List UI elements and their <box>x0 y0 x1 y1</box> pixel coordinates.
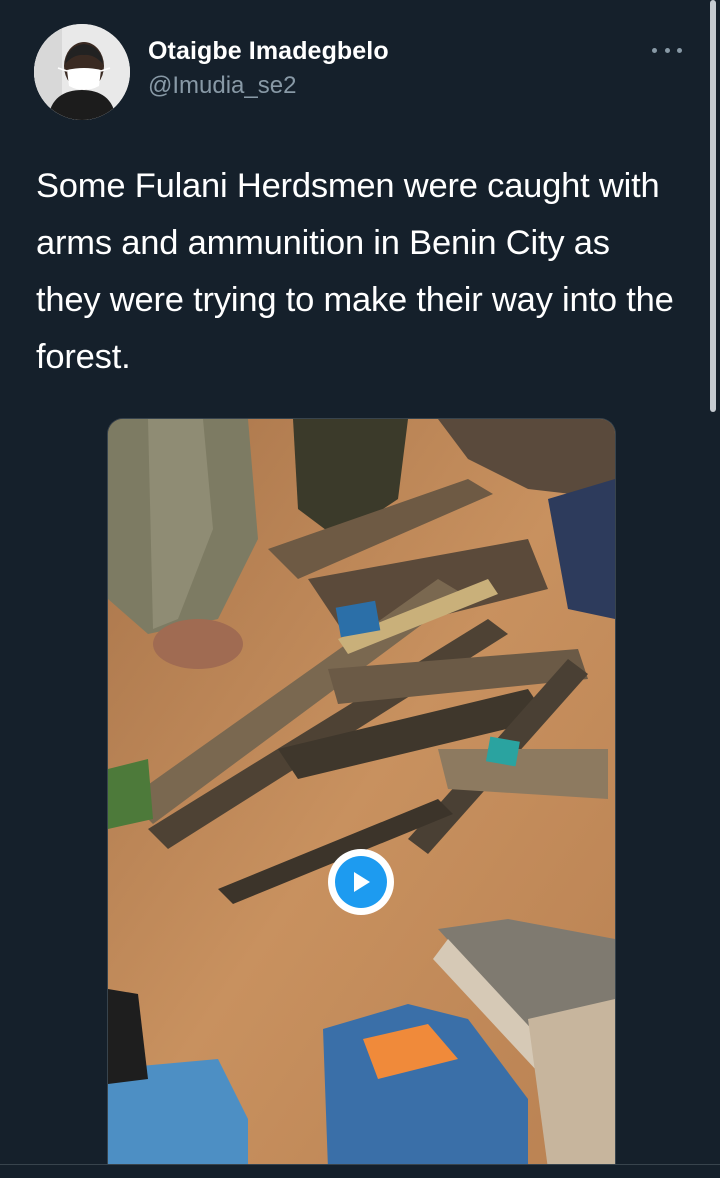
display-name[interactable]: Otaigbe Imadegbelo <box>148 37 389 66</box>
user-names: Otaigbe Imadegbelo @Imudia_se2 <box>148 37 389 100</box>
video-frame <box>108 419 615 1169</box>
tweet-header: Otaigbe Imadegbelo @Imudia_se2 <box>34 24 389 120</box>
scrollbar[interactable] <box>710 0 716 412</box>
user-handle[interactable]: @Imudia_se2 <box>148 72 389 100</box>
bottom-divider <box>0 1164 720 1178</box>
more-options-icon[interactable] <box>652 40 682 60</box>
play-icon <box>335 856 387 908</box>
tweet-text: Some Fulani Herdsmen were caught with ar… <box>36 167 674 376</box>
dot <box>677 47 682 53</box>
avatar[interactable] <box>34 24 130 120</box>
video-thumbnail[interactable] <box>107 418 616 1169</box>
avatar-image <box>34 24 130 120</box>
dot <box>664 47 670 53</box>
dot <box>652 47 657 53</box>
tweet-card: Otaigbe Imadegbelo @Imudia_se2 Some Fula… <box>0 0 720 1178</box>
play-button[interactable] <box>328 849 394 915</box>
